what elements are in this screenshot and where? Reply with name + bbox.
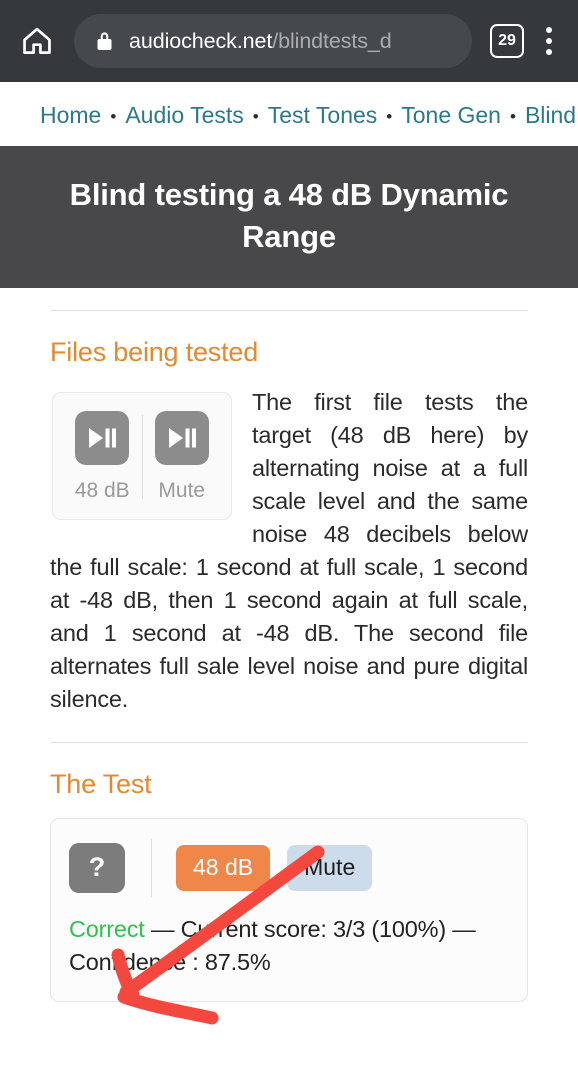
files-block: 48 dB Mute The first file tests the targ… [50, 386, 528, 716]
breadcrumb-separator: • [252, 106, 259, 126]
choice-button-mute[interactable]: Mute [287, 844, 373, 891]
address-bar[interactable]: audiocheck.net/blindtests_d [74, 14, 472, 68]
test-controls: ? 48 dB Mute [69, 838, 509, 897]
breadcrumb-item-audio-tests[interactable]: Audio Tests [125, 102, 243, 128]
section-heading-files: Files being tested [50, 336, 259, 367]
player-label: Mute [158, 478, 206, 502]
url-path: /blindtests_d [272, 28, 392, 53]
player-item-mute[interactable]: Mute [143, 410, 222, 503]
breadcrumb-item-test-tones[interactable]: Test Tones [268, 102, 378, 128]
page-title: Blind testing a 48 dB Dynamic Range [0, 145, 578, 288]
home-icon[interactable] [14, 18, 60, 64]
lock-icon [94, 29, 115, 53]
divider [50, 741, 528, 743]
url-text: audiocheck.net/blindtests_d [129, 29, 392, 54]
result-status: Correct [69, 915, 145, 942]
tab-counter-button[interactable]: 29 [490, 24, 524, 58]
control-divider [151, 838, 152, 897]
breadcrumb-separator: • [110, 106, 117, 126]
breadcrumb: Home • Audio Tests • Test Tones • Tone Gen • Bli… [0, 82, 578, 146]
player-item-48db[interactable]: 48 dB [63, 410, 142, 503]
unknown-sample-button[interactable]: ? [69, 842, 125, 893]
score-line: Correct — Current score: 3/3 (100%) — Co… [69, 913, 509, 979]
breadcrumb-item-home[interactable]: Home [40, 102, 101, 128]
browser-toolbar: audiocheck.net/blindtests_d 29 [0, 0, 578, 82]
test-panel: ? 48 dB Mute Correct — Current score: 3/… [50, 817, 528, 1002]
page-content: Home • Audio Tests • Test Tones • Tone Gen • Bli… [0, 82, 578, 1025]
choice-button-48db[interactable]: 48 dB [176, 844, 271, 891]
breadcrumb-separator: • [509, 106, 516, 126]
article-body: Files being tested 48 dB Mute The first … [0, 309, 578, 1002]
play-pause-icon[interactable] [154, 410, 209, 465]
url-domain: audiocheck.net [129, 28, 273, 53]
play-pause-icon[interactable] [75, 410, 130, 465]
section-heading-test: The Test [50, 768, 152, 799]
divider [50, 309, 528, 311]
overflow-menu-icon[interactable] [534, 21, 564, 61]
breadcrumb-item-tone-gen[interactable]: Tone Gen [401, 102, 501, 128]
breadcrumb-item-blind-tests[interactable]: Blind Tests [525, 102, 578, 128]
player-card: 48 dB Mute [52, 391, 232, 520]
player-label: 48 dB [74, 478, 130, 502]
breadcrumb-separator: • [386, 106, 393, 126]
